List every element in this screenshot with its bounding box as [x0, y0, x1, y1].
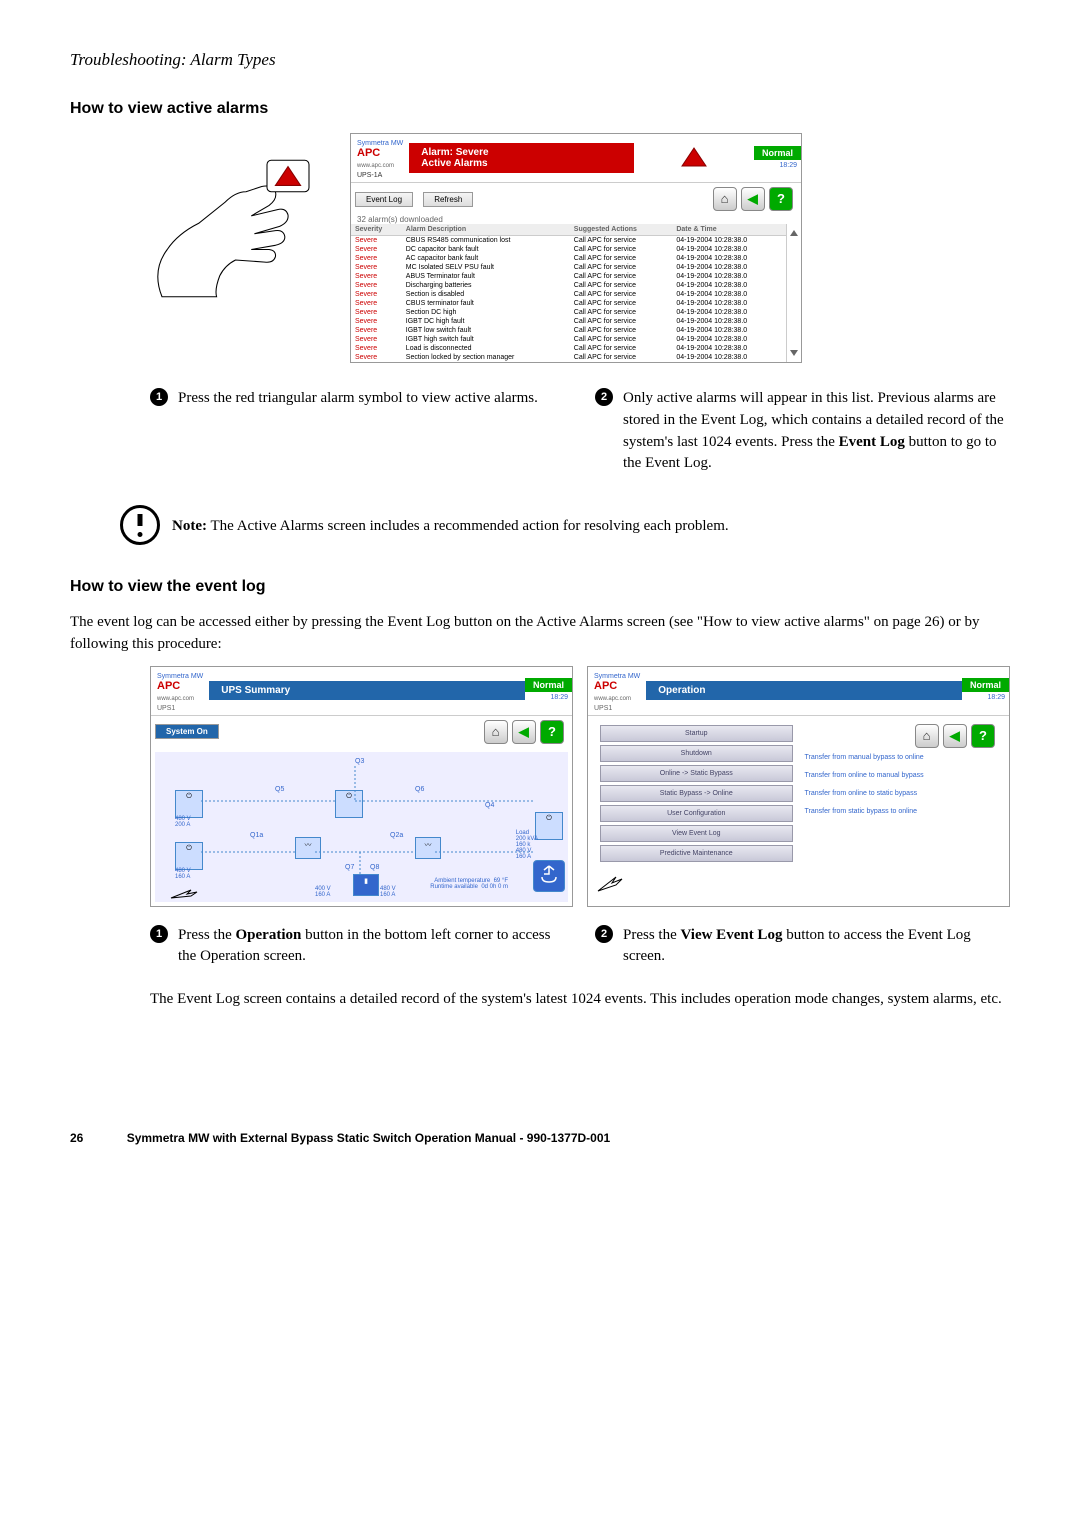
pointer-arrow [169, 888, 199, 900]
help-icon[interactable]: ? [971, 724, 995, 748]
operation-title: Operation [646, 681, 962, 700]
scroll-up-icon[interactable] [790, 230, 798, 236]
home-icon[interactable]: ⌂ [713, 187, 737, 211]
step1-text: Press the red triangular alarm symbol to… [178, 388, 538, 475]
op-button[interactable]: Startup [600, 725, 793, 742]
switch-icon[interactable]: ⏻ [335, 790, 363, 818]
op-label: Transfer from manual bypass to online [799, 750, 1004, 765]
switch-icon[interactable]: ⏻ [175, 842, 203, 870]
op-label: Transfer from online to manual bypass [799, 768, 1004, 783]
battery-icon: ▮ [353, 874, 379, 896]
note-text: Note: The Active Alarms screen includes … [172, 515, 729, 538]
op-button[interactable]: Static Bypass -> Online [600, 785, 793, 802]
inverter-icon: 〰 [415, 837, 441, 859]
download-count: 32 alarm(s) downloaded [351, 215, 801, 224]
home-icon[interactable]: ⌂ [484, 720, 508, 744]
ups-diagram: Q3 Q5 Q6 Q4 Q1a Q2a Q7 Q8 ⏻ ⏻ ⏻ ⏻ 〰 〰 ▮ … [155, 752, 568, 902]
table-row: SevereCBUS terminator faultCall APC for … [351, 299, 786, 308]
alarm-title-band: Alarm: Severe Active Alarms [409, 143, 634, 173]
note-icon [120, 505, 160, 545]
alarm-table: Severity Alarm Description Suggested Act… [351, 224, 786, 362]
inverter-icon: 〰 [295, 837, 321, 859]
status-badge: Normal [754, 146, 801, 160]
event-log-button[interactable]: Event Log [355, 192, 413, 207]
table-row: SevereIGBT DC high faultCall APC for ser… [351, 317, 786, 326]
table-row: SevereIGBT low switch faultCall APC for … [351, 326, 786, 335]
table-row: SevereCBUS RS485 communication lostCall … [351, 236, 786, 246]
table-row: SevereDischarging batteriesCall APC for … [351, 281, 786, 290]
table-row: SevereMC Isolated SELV PSU faultCall APC… [351, 263, 786, 272]
table-row: SevereDC capacitor bank faultCall APC fo… [351, 245, 786, 254]
eventlog-intro: The event log can be accessed either by … [70, 611, 1010, 656]
alarm-triangle-icon[interactable] [679, 145, 709, 169]
op-label [799, 844, 1004, 852]
table-row: SevereSection locked by section managerC… [351, 353, 786, 362]
table-row: SevereSection is disabledCall APC for se… [351, 290, 786, 299]
section-heading-2: How to view the event log [70, 578, 1010, 596]
op-button[interactable]: Predictive Maintenance [600, 845, 793, 862]
op-label [799, 833, 1004, 841]
back-icon[interactable]: ◀ [943, 724, 967, 748]
table-row: SevereLoad is disconnectedCall APC for s… [351, 344, 786, 353]
closing-text: The Event Log screen contains a detailed… [150, 988, 1010, 1011]
table-row: SevereABUS Terminator faultCall APC for … [351, 272, 786, 281]
section-heading-1: How to view active alarms [70, 100, 1010, 118]
table-row: SevereSection DC highCall APC for servic… [351, 308, 786, 317]
callout-number-1: 1 [150, 388, 168, 406]
step4-text: Press the View Event Log button to acces… [623, 925, 1010, 969]
help-icon[interactable]: ? [769, 187, 793, 211]
step2-text: Only active alarms will appear in this l… [623, 388, 1010, 475]
back-icon[interactable]: ◀ [741, 187, 765, 211]
callout-number-2: 2 [595, 925, 613, 943]
pointer-arrow [596, 873, 626, 895]
table-row: SevereIGBT high switch faultCall APC for… [351, 335, 786, 344]
apc-logo: Symmetra MW APC www.apc.com UPS1 [151, 667, 209, 715]
op-button[interactable]: Online -> Static Bypass [600, 765, 793, 782]
op-button[interactable]: Shutdown [600, 745, 793, 762]
op-button[interactable]: User Configuration [600, 805, 793, 822]
page-footer: 26 Symmetra MW with External Bypass Stat… [70, 1131, 1010, 1145]
op-label: Transfer from online to static bypass [799, 786, 1004, 801]
system-status: System On [155, 724, 219, 739]
ups-title: UPS Summary [209, 681, 525, 700]
callout-number-2: 2 [595, 388, 613, 406]
active-alarms-screenshot: Symmetra MW APC www.apc.com UPS-1A Alarm… [350, 133, 802, 363]
table-row: SevereAC capacitor bank faultCall APC fo… [351, 254, 786, 263]
switch-icon[interactable]: ⏻ [535, 812, 563, 840]
scroll-down-icon[interactable] [790, 350, 798, 356]
ups-summary-screenshot: Symmetra MW APC www.apc.com UPS1 UPS Sum… [150, 666, 573, 907]
operation-screenshot: Symmetra MW APC www.apc.com UPS1 Operati… [587, 666, 1010, 907]
operation-button[interactable] [533, 860, 565, 892]
refresh-button[interactable]: Refresh [423, 192, 473, 207]
back-icon[interactable]: ◀ [512, 720, 536, 744]
hand-pressing-illustration [120, 133, 330, 303]
step3-text: Press the Operation button in the bottom… [178, 925, 565, 969]
callout-number-1: 1 [150, 925, 168, 943]
page-header: Troubleshooting: Alarm Types [70, 50, 1010, 70]
switch-icon[interactable]: ⏻ [175, 790, 203, 818]
apc-logo: Symmetra MW APC www.apc.com UPS1 [588, 667, 646, 715]
home-icon[interactable]: ⌂ [915, 724, 939, 748]
op-label: Transfer from static bypass to online [799, 804, 1004, 819]
help-icon[interactable]: ? [540, 720, 564, 744]
apc-logo: Symmetra MW APC www.apc.com UPS-1A [351, 134, 409, 182]
op-label [799, 822, 1004, 830]
op-button[interactable]: View Event Log [600, 825, 793, 842]
